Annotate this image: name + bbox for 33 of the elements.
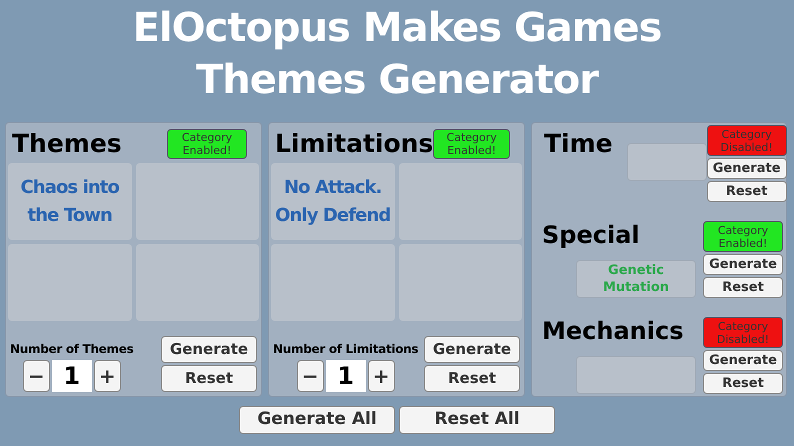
reset-button[interactable]: Reset	[161, 365, 257, 392]
generate-button[interactable]: Generate	[703, 254, 783, 275]
reset-button[interactable]: Reset	[424, 365, 520, 392]
category-title: Themes	[12, 128, 122, 160]
result-text: Genetic Mutation	[602, 262, 670, 296]
category-title: Mechanics	[542, 316, 684, 346]
count-value: 1	[326, 360, 366, 392]
decrement-button[interactable]: −	[296, 360, 324, 392]
generate-button[interactable]: Generate	[703, 350, 783, 371]
count-label: Number of Themes	[10, 341, 134, 358]
category-toggle[interactable]: Category Enabled!	[167, 129, 247, 159]
app-title: Themes Generator	[196, 56, 598, 105]
increment-button[interactable]: +	[94, 360, 121, 392]
generate-button[interactable]: Generate	[706, 158, 787, 179]
count-label: Number of Limitations	[273, 341, 418, 358]
app-title: ElOctopus Makes Games	[132, 4, 662, 53]
reset-button[interactable]: Reset	[703, 277, 783, 298]
category-toggle[interactable]: Category Enabled!	[433, 129, 510, 159]
generate-button[interactable]: Generate	[161, 336, 257, 363]
category-title: Limitations	[275, 128, 434, 160]
reset-button[interactable]: Reset	[706, 181, 787, 202]
category-toggle[interactable]: Category Enabled!	[703, 221, 783, 252]
count-value: 1	[52, 360, 92, 392]
footer-button[interactable]: Reset All	[399, 406, 555, 434]
category-title: Special	[542, 220, 641, 250]
decrement-button[interactable]: −	[22, 360, 50, 392]
category-title: Time	[544, 128, 613, 160]
result-text: Chaos into the Town	[20, 176, 120, 228]
increment-button[interactable]: +	[368, 360, 395, 392]
result-text: No Attack. Only Defend	[275, 176, 390, 228]
generate-button[interactable]: Generate	[424, 336, 520, 363]
reset-button[interactable]: Reset	[703, 373, 783, 394]
footer-button[interactable]: Generate All	[239, 406, 395, 434]
